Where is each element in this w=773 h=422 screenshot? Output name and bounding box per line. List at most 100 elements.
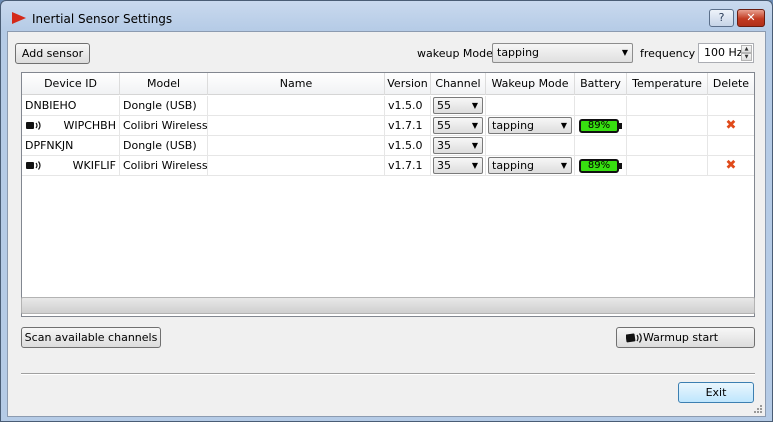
spin-down-icon[interactable]: ▼: [741, 53, 752, 61]
column-header[interactable]: Channel: [431, 73, 486, 95]
chevron-down-icon: ▼: [471, 141, 478, 150]
app-icon: [12, 12, 26, 24]
battery-cell: 89%: [575, 156, 627, 176]
wakeup-mode-row-value: tapping: [492, 119, 535, 132]
name-cell[interactable]: [208, 116, 385, 136]
column-header[interactable]: Wakeup Mode: [486, 73, 575, 95]
temperature-cell: [627, 156, 708, 176]
column-header[interactable]: Temperature: [627, 73, 708, 95]
temperature-cell: [627, 96, 708, 116]
wakeup-mode-row-select[interactable]: tapping ▼: [488, 117, 572, 134]
title-bar: Inertial Sensor Settings ? ✕: [1, 1, 772, 31]
sensor-table: Device ID Model Name Version Channel Wak…: [21, 72, 755, 317]
column-header[interactable]: Battery: [575, 73, 627, 95]
battery-cell: 89%: [575, 116, 627, 136]
version-cell: v1.5.0: [385, 96, 431, 116]
column-header[interactable]: Model: [120, 73, 208, 95]
delete-cell: ✖: [708, 156, 754, 176]
frequency-spinbox[interactable]: 100 Hz ▲ ▼: [698, 43, 754, 63]
channel-select[interactable]: 55 ▼: [433, 117, 483, 134]
name-cell[interactable]: [208, 156, 385, 176]
wakeup-mode-row-value: tapping: [492, 159, 535, 172]
channel-select[interactable]: 35 ▼: [433, 157, 483, 174]
column-header[interactable]: Device ID: [22, 73, 120, 95]
wireless-signal-icon: [626, 333, 642, 343]
chevron-down-icon: ▼: [471, 161, 478, 170]
device-id-cell: DNBIEHO: [22, 96, 120, 116]
temperature-cell: [627, 136, 708, 156]
close-button[interactable]: ✕: [737, 9, 765, 27]
column-header[interactable]: Version: [385, 73, 431, 95]
wakeup-mode-cell: [486, 136, 575, 156]
table-row[interactable]: WKIFLIF Colibri Wireless v1.7.1 35 ▼ tap…: [22, 156, 754, 176]
column-header[interactable]: Name: [208, 73, 385, 95]
wakeup-mode-select[interactable]: tapping ▼: [492, 43, 633, 63]
table-row[interactable]: DNBIEHO Dongle (USB) v1.5.0 55 ▼: [22, 96, 754, 116]
battery-cell: [575, 136, 627, 156]
model-cell: Dongle (USB): [120, 136, 208, 156]
wakeup-mode-label: wakeup Mode: [417, 47, 493, 60]
wakeup-mode-cell: tapping ▼: [486, 156, 575, 176]
temperature-cell: [627, 116, 708, 136]
device-id-text: WKIFLIF: [72, 159, 116, 172]
help-button[interactable]: ?: [709, 9, 734, 27]
channel-cell: 35 ▼: [431, 156, 486, 176]
battery-level: 89%: [587, 160, 611, 171]
channel-cell: 55 ▼: [431, 116, 486, 136]
chevron-down-icon: ▼: [560, 121, 567, 130]
channel-value: 35: [437, 159, 451, 172]
wakeup-mode-row-select[interactable]: tapping ▼: [488, 157, 572, 174]
chevron-down-icon: ▼: [560, 161, 567, 170]
table-row[interactable]: WIPCHBH Colibri Wireless v1.7.1 55 ▼ tap…: [22, 116, 754, 136]
channel-cell: 35 ▼: [431, 136, 486, 156]
chevron-down-icon: ▼: [621, 48, 628, 57]
client-area: Add sensor wakeup Mode tapping ▼ frequen…: [7, 31, 766, 417]
name-cell[interactable]: [208, 96, 385, 116]
battery-level: 89%: [587, 120, 611, 131]
version-cell: v1.5.0: [385, 136, 431, 156]
settings-window: Inertial Sensor Settings ? ✕ Add sensor …: [0, 0, 773, 422]
window-title: Inertial Sensor Settings: [32, 12, 173, 26]
version-cell: v1.7.1: [385, 116, 431, 136]
channel-select[interactable]: 55 ▼: [433, 97, 483, 114]
device-id-text: WIPCHBH: [63, 119, 116, 132]
battery-tip-icon: [619, 163, 622, 169]
frequency-value: 100 Hz: [704, 46, 743, 59]
chevron-down-icon: ▼: [471, 121, 478, 130]
footer-divider: [21, 373, 755, 375]
battery-indicator: 89%: [579, 159, 622, 173]
version-cell: v1.7.1: [385, 156, 431, 176]
chevron-down-icon: ▼: [471, 101, 478, 110]
name-cell[interactable]: [208, 136, 385, 156]
wireless-signal-icon: [26, 121, 41, 130]
resize-grip-icon[interactable]: [752, 403, 762, 413]
table-header: Device ID Model Name Version Channel Wak…: [22, 73, 754, 95]
warmup-start-button[interactable]: Warmup start: [616, 327, 755, 348]
battery-indicator: 89%: [579, 119, 622, 133]
battery-tip-icon: [619, 123, 622, 129]
table-row[interactable]: DPFNKJN Dongle (USB) v1.5.0 35 ▼: [22, 136, 754, 156]
device-id-cell: WKIFLIF: [22, 156, 120, 176]
spin-up-icon[interactable]: ▲: [741, 45, 752, 53]
add-sensor-button[interactable]: Add sensor: [15, 43, 90, 64]
battery-cell: [575, 96, 627, 116]
delete-x-icon[interactable]: ✖: [726, 118, 737, 133]
wakeup-mode-value: tapping: [497, 46, 540, 59]
channel-select[interactable]: 35 ▼: [433, 137, 483, 154]
scan-channels-button[interactable]: Scan available channels: [21, 327, 161, 348]
column-header[interactable]: Delete: [708, 73, 754, 95]
delete-cell: [708, 96, 754, 116]
delete-cell: [708, 136, 754, 156]
progress-bar: [21, 297, 755, 314]
wireless-signal-icon: [26, 161, 41, 170]
wakeup-mode-cell: tapping ▼: [486, 116, 575, 136]
device-id-cell: WIPCHBH: [22, 116, 120, 136]
wakeup-mode-cell: [486, 96, 575, 116]
channel-value: 55: [437, 119, 451, 132]
channel-value: 55: [437, 99, 451, 112]
channel-value: 35: [437, 139, 451, 152]
frequency-label: frequency: [640, 47, 696, 60]
delete-x-icon[interactable]: ✖: [726, 158, 737, 173]
delete-cell: ✖: [708, 116, 754, 136]
exit-button[interactable]: Exit: [678, 382, 754, 403]
